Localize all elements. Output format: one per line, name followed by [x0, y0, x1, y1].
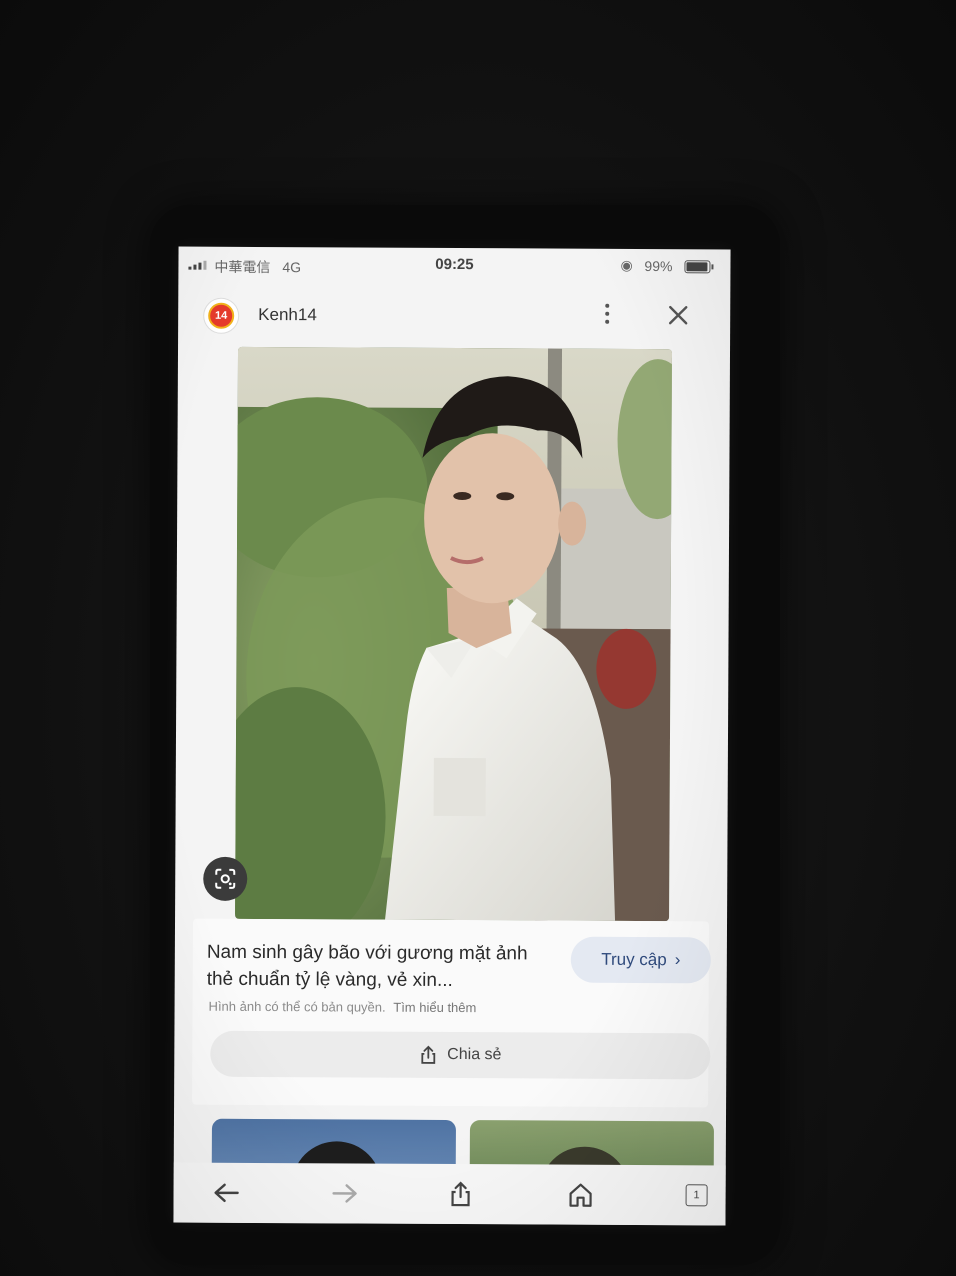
source-name[interactable]: Kenh14: [258, 305, 317, 325]
status-bar: 中華電信 4G 09:25 ◉ 99%: [178, 247, 730, 286]
phone-screen: 中華電信 4G 09:25 ◉ 99% 14 Kenh14 Nam sinh g…: [173, 246, 731, 1226]
learn-more-link[interactable]: Tìm hiểu thêm: [393, 1000, 476, 1015]
tabs-icon[interactable]: 1: [680, 1179, 714, 1211]
visit-button[interactable]: Truy cập ›: [570, 936, 711, 984]
share-icon[interactable]: [444, 1178, 478, 1210]
back-arrow-icon[interactable]: [210, 1177, 244, 1209]
visit-button-label: Truy cập: [601, 949, 667, 970]
more-vertical-icon[interactable]: [596, 299, 618, 329]
share-button-label: Chia sẻ: [447, 1045, 502, 1064]
battery-percent: 99%: [644, 258, 673, 275]
main-image[interactable]: [235, 346, 673, 922]
copyright-text: Hình ảnh có thể có bản quyền.: [208, 998, 386, 1015]
chevron-right-icon: ›: [674, 950, 681, 970]
location-icon: ◉: [620, 256, 633, 273]
home-icon[interactable]: [564, 1179, 598, 1211]
share-button[interactable]: Chia sẻ: [210, 1030, 711, 1080]
viewer-header: 14 Kenh14: [178, 283, 730, 350]
result-title[interactable]: Nam sinh gây bão với gương mặt ảnh thẻ c…: [207, 939, 537, 995]
tab-count: 1: [685, 1184, 708, 1207]
forward-arrow-icon[interactable]: [328, 1177, 362, 1209]
source-logo-text: 14: [208, 302, 235, 329]
source-logo[interactable]: 14: [204, 298, 239, 333]
close-icon[interactable]: [664, 301, 692, 329]
share-icon: [421, 1045, 436, 1064]
result-info-card: Nam sinh gây bão với gương mặt ảnh thẻ c…: [192, 918, 711, 1108]
battery-icon: [684, 260, 711, 274]
google-lens-icon[interactable]: [203, 856, 248, 901]
browser-toolbar: 1: [173, 1162, 726, 1226]
copyright-notice: Hình ảnh có thể có bản quyền. Tìm hiểu t…: [209, 999, 477, 1015]
